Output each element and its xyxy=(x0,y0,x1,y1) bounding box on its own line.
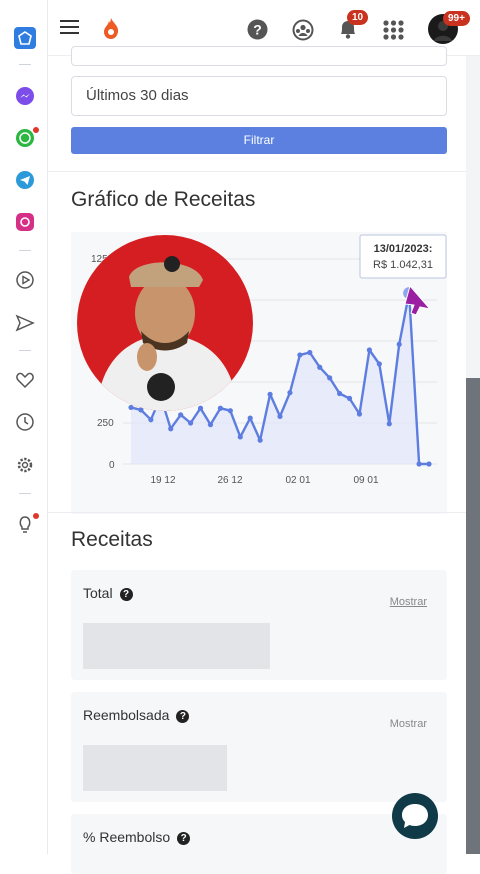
apps-grid-icon[interactable] xyxy=(383,20,404,40)
chat-bubble-icon xyxy=(402,804,428,828)
data-point-06-01[interactable] xyxy=(337,390,343,397)
data-point-05-01[interactable] xyxy=(327,375,333,381)
main-content: Últimos 30 dias Filtrar Gráfico de Recei… xyxy=(48,46,466,874)
data-point-10-01[interactable] xyxy=(376,361,382,367)
profile-badge: 99+ xyxy=(443,11,470,26)
data-point-27-12[interactable] xyxy=(237,434,243,440)
lightbulb-alert-dot xyxy=(33,513,39,519)
home-icon[interactable] xyxy=(14,27,36,49)
help-icon[interactable]: ? xyxy=(247,19,268,40)
total-help-icon[interactable]: ? xyxy=(119,588,133,601)
gear-icon[interactable] xyxy=(14,454,36,476)
data-point-02-01[interactable] xyxy=(297,352,303,358)
refunded-value-skeleton xyxy=(83,745,227,791)
total-show-link[interactable]: Mostrar xyxy=(390,596,427,608)
data-point-09-01[interactable] xyxy=(366,347,372,353)
filter-button[interactable]: Filtrar xyxy=(71,127,447,154)
x-tick-02-01: 02 01 xyxy=(285,475,310,486)
chart-tooltip: 13/01/2023: R$ 1.042,31 xyxy=(359,234,447,279)
refund-rate-label: % Reembolso? xyxy=(83,829,191,845)
data-point-04-01[interactable] xyxy=(317,364,323,370)
left-sidebar xyxy=(0,0,48,854)
menu-icon[interactable] xyxy=(60,19,79,35)
scrollbar-thumb[interactable] xyxy=(466,378,480,854)
messenger-icon[interactable] xyxy=(14,85,36,107)
data-point-21-12[interactable] xyxy=(178,412,184,418)
data-point-28-12[interactable] xyxy=(247,415,253,421)
refunded-help-icon[interactable]: ? xyxy=(176,710,190,723)
send-icon[interactable] xyxy=(14,312,36,334)
data-point-07-01[interactable] xyxy=(346,395,353,401)
webcam-overlay xyxy=(77,235,253,411)
refunded-show-link[interactable]: Mostrar xyxy=(390,718,427,730)
data-point-12-01[interactable] xyxy=(396,341,402,347)
notification-badge: 10 xyxy=(347,10,369,25)
refunded-label-text: Reembolsada xyxy=(83,707,170,723)
section-divider xyxy=(48,171,466,172)
data-point-11-01[interactable] xyxy=(386,421,392,427)
svg-text:?: ? xyxy=(253,22,262,38)
data-point-18-12[interactable] xyxy=(148,417,154,423)
tooltip-value: R$ 1.042,31 xyxy=(373,259,433,271)
data-point-24-12[interactable] xyxy=(207,422,214,428)
date-range-select[interactable]: Últimos 30 dias xyxy=(71,76,447,116)
data-point-30-12[interactable] xyxy=(267,391,273,397)
support-icon[interactable] xyxy=(292,19,314,41)
total-label: Total? xyxy=(83,585,133,601)
y-tick-250: 250 xyxy=(97,418,114,429)
y-tick-0: 0 xyxy=(109,460,115,471)
whatsapp-alert-dot xyxy=(33,127,39,133)
refund-rate-help-icon[interactable]: ? xyxy=(177,832,191,845)
data-point-03-01[interactable] xyxy=(307,349,313,356)
date-start-field[interactable] xyxy=(71,46,447,66)
section-divider-2 xyxy=(48,512,466,513)
chat-button[interactable] xyxy=(392,793,438,839)
instagram-icon[interactable] xyxy=(14,211,36,233)
data-point-14-01[interactable] xyxy=(416,461,422,467)
data-point-29-12[interactable] xyxy=(257,437,263,443)
total-label-text: Total xyxy=(83,585,113,601)
clock-icon[interactable] xyxy=(14,411,36,433)
chart-title: Gráfico de Receitas xyxy=(71,188,256,211)
heart-icon[interactable] xyxy=(14,369,36,391)
data-point-31-12[interactable] xyxy=(277,413,283,420)
x-tick-09-01: 09 01 xyxy=(353,475,378,486)
revenue-card-refund-rate: % Reembolso? xyxy=(71,814,447,874)
data-point-22-12[interactable] xyxy=(188,420,194,426)
revenue-title: Receitas xyxy=(71,528,153,551)
data-point-01-01[interactable] xyxy=(287,390,293,396)
refund-rate-label-text: % Reembolso xyxy=(83,829,171,845)
refunded-label: Reembolsada? xyxy=(83,707,190,723)
tooltip-date: 13/01/2023: xyxy=(374,243,433,255)
data-point-15-01[interactable] xyxy=(426,461,432,467)
data-point-20-12[interactable] xyxy=(168,426,174,432)
telegram-icon[interactable] xyxy=(14,169,36,191)
x-tick-26-12: 26 12 xyxy=(217,475,242,486)
x-tick-19-12: 19 12 xyxy=(150,475,175,486)
fire-logo-icon[interactable] xyxy=(102,17,120,40)
play-icon[interactable] xyxy=(14,269,36,291)
revenue-card-refunded: Reembolsada? Mostrar xyxy=(71,692,447,802)
revenue-card-total: Total? Mostrar xyxy=(71,570,447,680)
data-point-08-01[interactable] xyxy=(356,411,363,417)
total-value-skeleton xyxy=(83,623,270,669)
